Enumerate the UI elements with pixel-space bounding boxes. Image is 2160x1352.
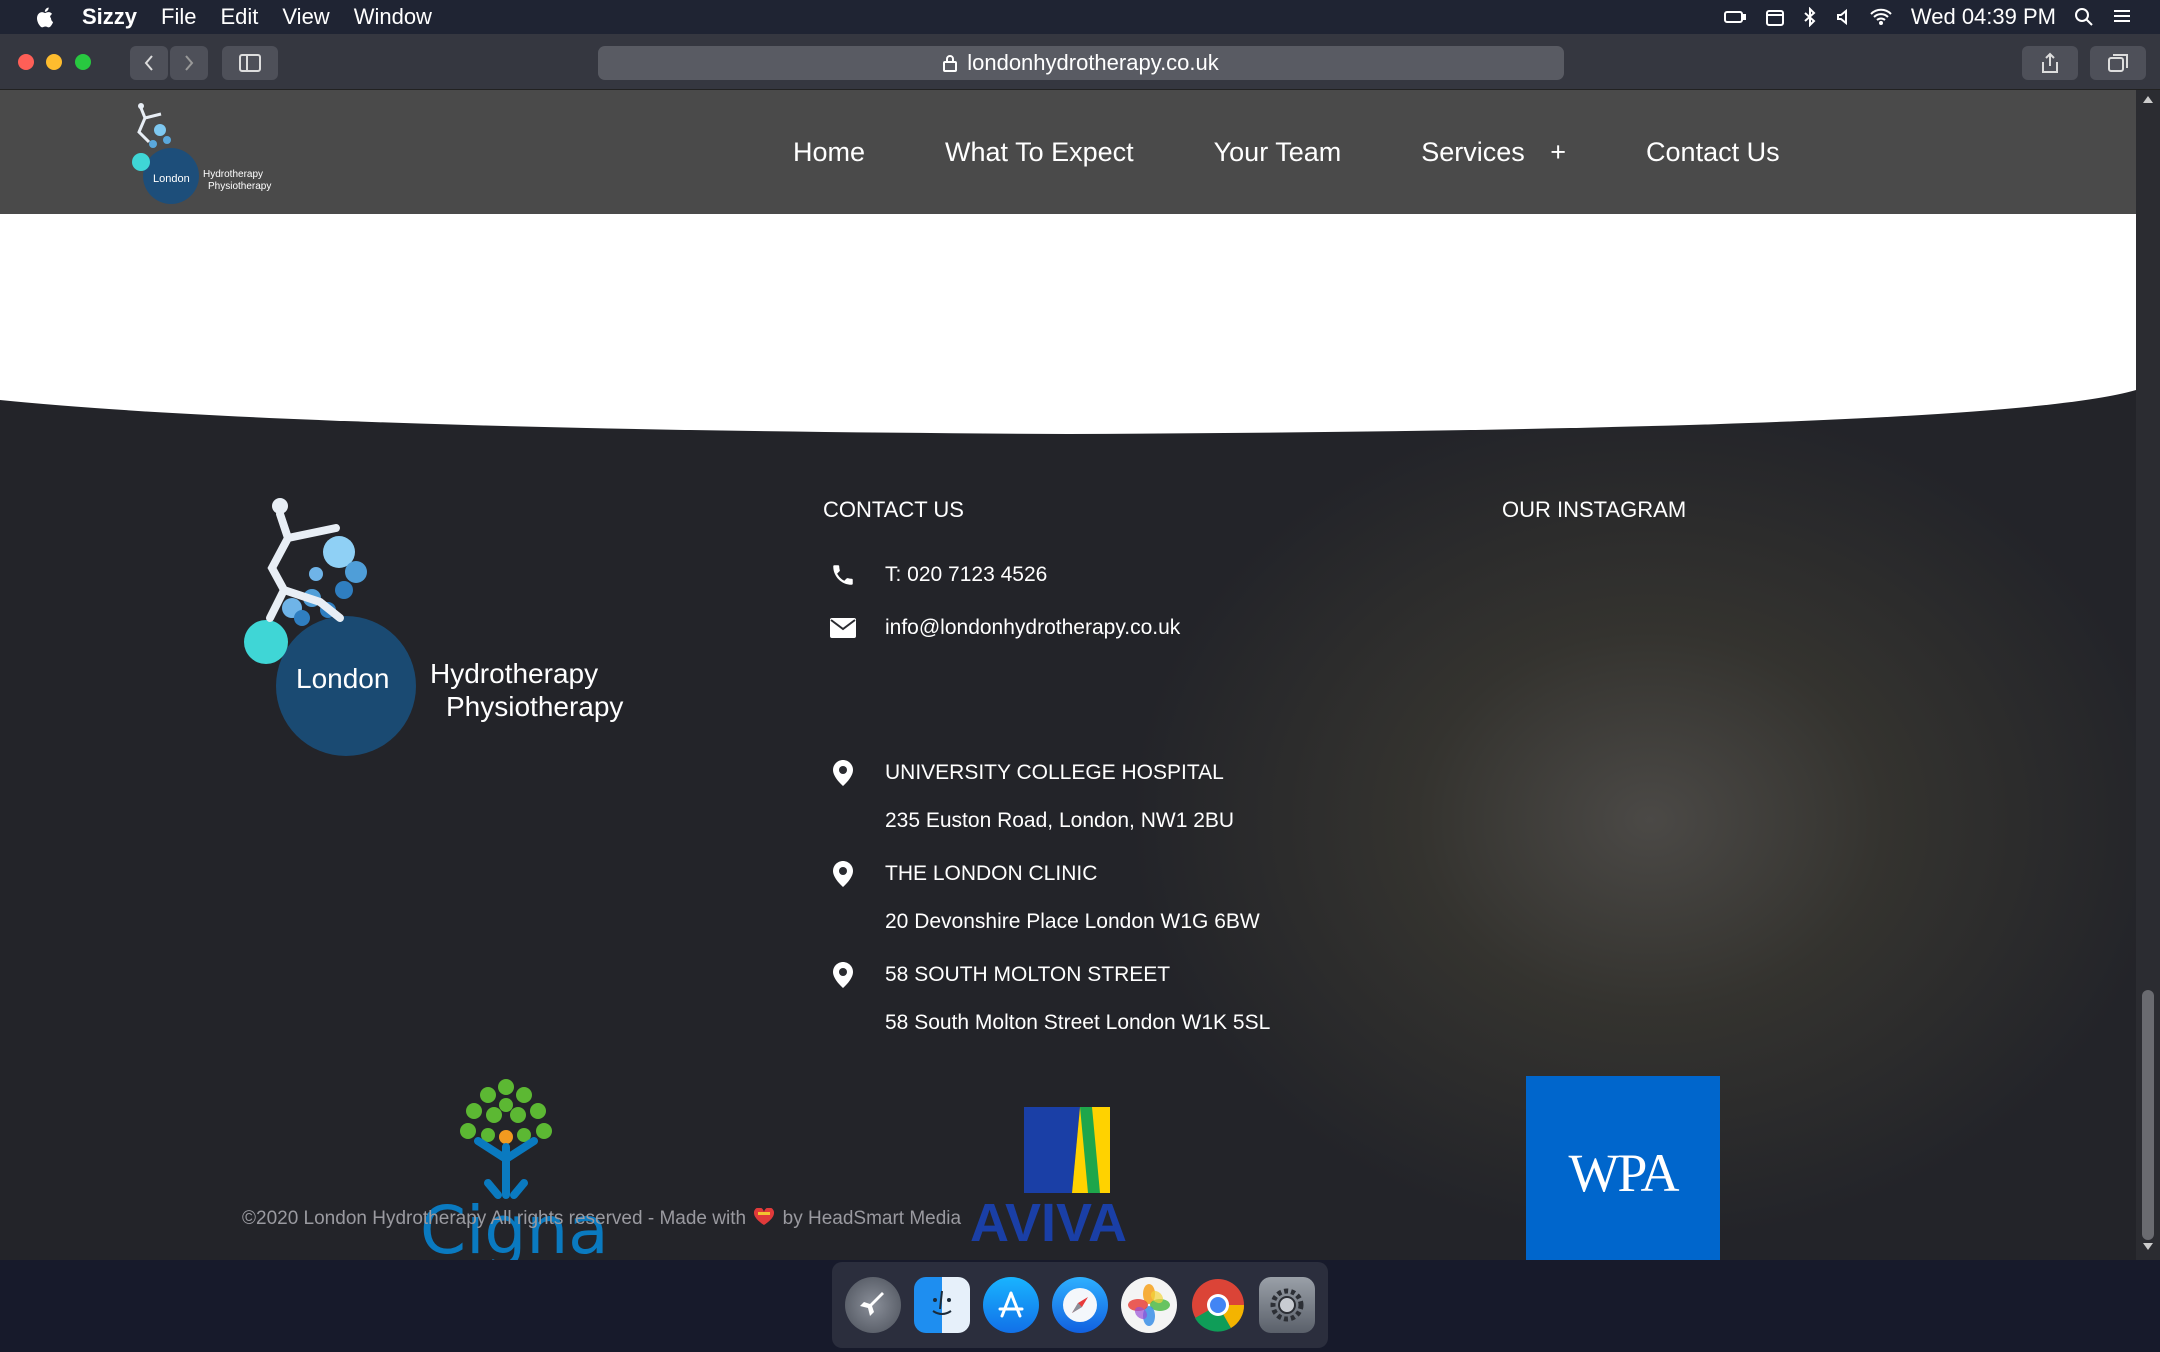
sidebar-icon bbox=[239, 54, 261, 72]
cigna-logo[interactable]: Cigna bbox=[418, 1075, 608, 1260]
tabs-icon bbox=[2108, 54, 2128, 72]
finder-icon[interactable] bbox=[914, 1277, 970, 1333]
location-row-3: 58 SOUTH MOLTON STREET bbox=[823, 960, 1170, 990]
lock-icon bbox=[943, 55, 958, 72]
nav-what-to-expect[interactable]: What To Expect bbox=[945, 137, 1134, 168]
location-row-1: UNIVERSITY COLLEGE HOSPITAL bbox=[823, 758, 1224, 788]
plus-icon: + bbox=[1550, 136, 1567, 167]
aviva-logo[interactable]: AVIVA bbox=[970, 1105, 1170, 1245]
wpa-logo-text: WPA bbox=[1568, 1142, 1679, 1203]
credit-link[interactable]: by HeadSmart Media bbox=[783, 1208, 961, 1229]
svg-text:London: London bbox=[296, 663, 389, 694]
share-button[interactable] bbox=[2022, 46, 2078, 80]
battery-icon[interactable] bbox=[1723, 8, 1747, 26]
chevron-left-icon bbox=[144, 55, 153, 71]
footer-logo[interactable]: London Hydrotherapy Physiotherapy bbox=[236, 490, 656, 860]
app-store-icon[interactable] bbox=[983, 1277, 1039, 1333]
scrollbar-thumb[interactable] bbox=[2142, 990, 2154, 1240]
main-nav: Home What To Expect Your Team Services +… bbox=[793, 90, 1780, 214]
chrome-icon[interactable] bbox=[1190, 1277, 1246, 1333]
notification-center-icon[interactable] bbox=[2112, 8, 2132, 26]
svg-text:Hydrotherapy: Hydrotherapy bbox=[203, 169, 263, 180]
copyright-text: ©2020 London Hydrotherapy All rights res… bbox=[242, 1208, 747, 1229]
copyright: ©2020 London Hydrotherapy All rights res… bbox=[242, 1207, 961, 1230]
url-text: londonhydrotherapy.co.uk bbox=[967, 50, 1219, 75]
spotlight-icon[interactable] bbox=[2074, 7, 2094, 27]
phone-number: T: 020 7123 4526 bbox=[885, 563, 1048, 586]
calendar-icon[interactable] bbox=[1765, 7, 1785, 27]
sidebar-toggle-button[interactable] bbox=[222, 46, 278, 80]
svg-text:Hydrotherapy: Hydrotherapy bbox=[430, 658, 598, 689]
chevron-right-icon bbox=[185, 55, 194, 71]
location-name-3: 58 SOUTH MOLTON STREET bbox=[885, 963, 1171, 986]
menubar-window[interactable]: Window bbox=[354, 4, 432, 30]
zoom-window-button[interactable] bbox=[75, 54, 91, 70]
macos-menubar: Sizzy File Edit View Window Wed 04:39 PM bbox=[0, 0, 2160, 34]
scroll-up-arrow-icon[interactable] bbox=[2142, 94, 2154, 104]
site-header: London Hydrotherapy Physiotherapy Home W… bbox=[0, 90, 2136, 214]
wpa-logo[interactable]: WPA bbox=[1526, 1076, 1720, 1260]
map-pin-icon bbox=[833, 760, 853, 786]
browser-toolbar: londonhydrotherapy.co.uk bbox=[0, 34, 2160, 90]
heart-icon bbox=[754, 1207, 775, 1225]
site-logo[interactable]: London Hydrotherapy Physiotherapy bbox=[125, 100, 285, 210]
phone-icon bbox=[833, 565, 853, 585]
envelope-icon bbox=[830, 618, 856, 638]
apple-icon[interactable] bbox=[32, 6, 60, 28]
menubar-edit[interactable]: Edit bbox=[220, 4, 258, 30]
back-button[interactable] bbox=[130, 46, 168, 80]
system-preferences-icon[interactable] bbox=[1259, 1277, 1315, 1333]
map-pin-icon bbox=[833, 861, 853, 887]
menubar-app-name[interactable]: Sizzy bbox=[82, 4, 137, 30]
email-address: info@londonhydrotherapy.co.uk bbox=[885, 616, 1181, 639]
menubar-file[interactable]: File bbox=[161, 4, 196, 30]
scroll-down-arrow-icon[interactable] bbox=[2142, 1242, 2154, 1252]
wifi-icon[interactable] bbox=[1869, 8, 1893, 26]
share-icon bbox=[2042, 52, 2058, 73]
page-scrollbar[interactable] bbox=[2136, 90, 2160, 1260]
svg-text:AVIVA: AVIVA bbox=[970, 1193, 1127, 1245]
close-window-button[interactable] bbox=[18, 54, 34, 70]
location-address-3: 58 South Molton Street London W1K 5SL bbox=[885, 1011, 1271, 1034]
bluetooth-icon[interactable] bbox=[1803, 7, 1817, 27]
location-name-2: THE LONDON CLINIC bbox=[885, 862, 1098, 885]
svg-text:Physiotherapy: Physiotherapy bbox=[208, 181, 271, 192]
macos-dock bbox=[832, 1262, 1328, 1348]
svg-text:London: London bbox=[153, 173, 190, 185]
nav-services-label: Services bbox=[1421, 136, 1525, 167]
instagram-heading: OUR INSTAGRAM bbox=[1502, 497, 1687, 522]
phone-row[interactable]: T: 020 7123 4526 bbox=[823, 560, 1047, 590]
location-row-2: THE LONDON CLINIC bbox=[823, 859, 1097, 889]
email-row[interactable]: info@londonhydrotherapy.co.uk bbox=[823, 613, 1180, 643]
menubar-view[interactable]: View bbox=[282, 4, 329, 30]
nav-contact-us[interactable]: Contact Us bbox=[1646, 137, 1780, 168]
web-page: London Hydrotherapy Physiotherapy Home W… bbox=[0, 90, 2136, 1260]
launchpad-icon[interactable] bbox=[845, 1277, 901, 1333]
volume-icon[interactable] bbox=[1835, 7, 1851, 27]
nav-services[interactable]: Services + bbox=[1421, 137, 1566, 168]
location-address-1: 235 Euston Road, London, NW1 2BU bbox=[885, 809, 1235, 832]
forward-button[interactable] bbox=[170, 46, 208, 80]
menubar-clock[interactable]: Wed 04:39 PM bbox=[1911, 4, 2056, 30]
svg-text:Physiotherapy: Physiotherapy bbox=[446, 691, 623, 722]
photos-icon[interactable] bbox=[1121, 1277, 1177, 1333]
tabs-overview-button[interactable] bbox=[2090, 46, 2146, 80]
location-name-1: UNIVERSITY COLLEGE HOSPITAL bbox=[885, 761, 1224, 784]
location-address-2: 20 Devonshire Place London W1G 6BW bbox=[885, 910, 1260, 933]
minimize-window-button[interactable] bbox=[46, 54, 62, 70]
contact-us-heading: CONTACT US bbox=[823, 497, 964, 522]
nav-your-team[interactable]: Your Team bbox=[1214, 137, 1342, 168]
footer-wave-divider bbox=[0, 370, 2136, 434]
nav-home[interactable]: Home bbox=[793, 137, 865, 168]
map-pin-icon bbox=[833, 962, 853, 988]
address-bar[interactable]: londonhydrotherapy.co.uk bbox=[598, 46, 1564, 80]
safari-icon[interactable] bbox=[1052, 1277, 1108, 1333]
